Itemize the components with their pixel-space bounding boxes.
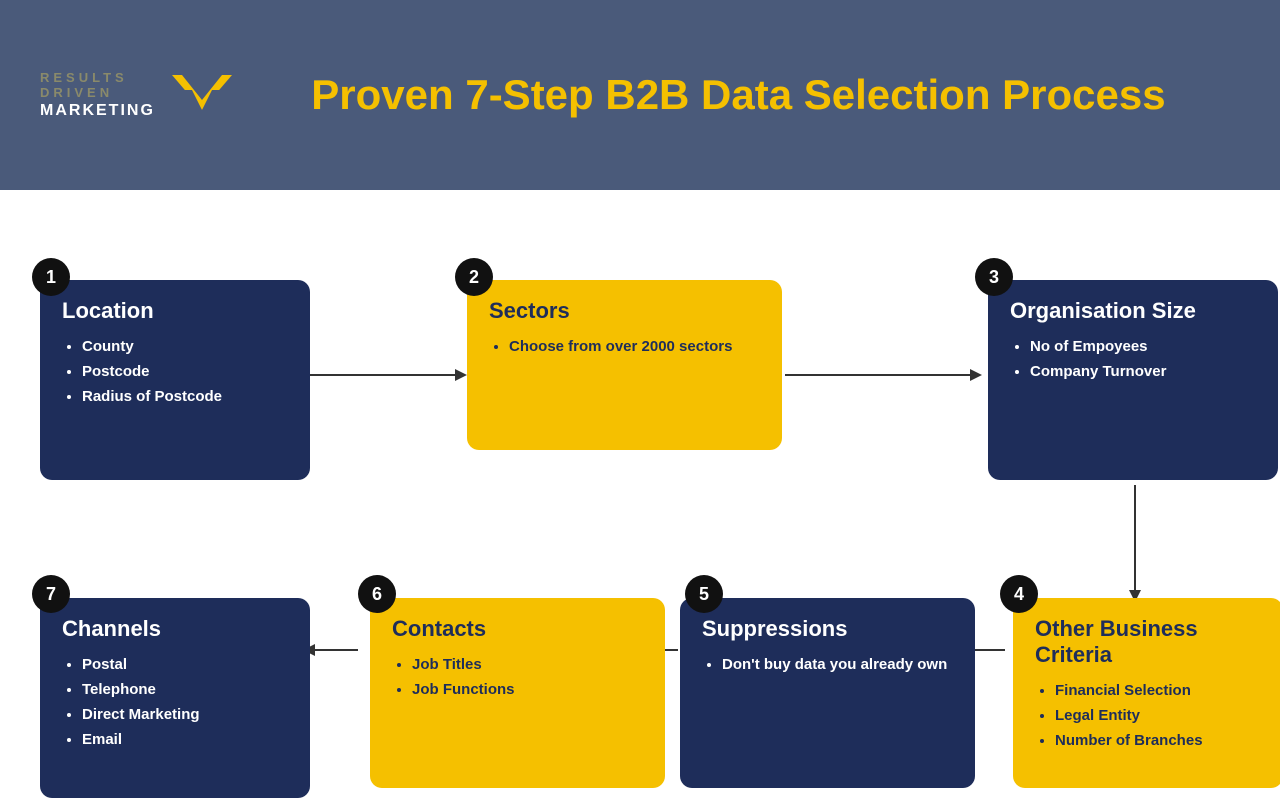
list-item: Don't buy data you already own [722, 654, 953, 675]
list-item: County [82, 336, 288, 357]
list-item: Postcode [82, 361, 288, 382]
box-channels-title: Channels [62, 616, 288, 642]
step-badge-5: 5 [685, 575, 723, 613]
box-sectors-list: Choose from over 2000 sectors [489, 336, 760, 357]
list-item: Choose from over 2000 sectors [509, 336, 760, 357]
logo-marketing: MARKETING [40, 101, 155, 120]
logo-driven: DRIVEN [40, 85, 155, 101]
step-badge-2: 2 [455, 258, 493, 296]
list-item: Email [82, 729, 288, 750]
box-contacts-title: Contacts [392, 616, 643, 642]
list-item: Direct Marketing [82, 704, 288, 725]
box-org-size-list: No of Empoyees Company Turnover [1010, 336, 1256, 382]
list-item: Company Turnover [1030, 361, 1256, 382]
step-badge-4: 4 [1000, 575, 1038, 613]
diagram: 1 Location County Postcode Radius of Pos… [20, 220, 1260, 690]
box-suppressions-title: Suppressions [702, 616, 953, 642]
main-content: 1 Location County Postcode Radius of Pos… [0, 190, 1280, 720]
step-badge-7: 7 [32, 575, 70, 613]
box-channels-list: Postal Telephone Direct Marketing Email [62, 654, 288, 750]
box-sectors: Sectors Choose from over 2000 sectors [467, 280, 782, 450]
list-item: Job Titles [412, 654, 643, 675]
step-badge-3: 3 [975, 258, 1013, 296]
box-location-title: Location [62, 298, 288, 324]
box-location: Location County Postcode Radius of Postc… [40, 280, 310, 480]
step-badge-6: 6 [358, 575, 396, 613]
box-other-biz: Other Business Criteria Financial Select… [1013, 598, 1280, 788]
list-item: Number of Branches [1055, 730, 1261, 751]
list-item: Postal [82, 654, 288, 675]
list-item: Job Functions [412, 679, 643, 700]
box-sectors-title: Sectors [489, 298, 760, 324]
list-item: No of Empoyees [1030, 336, 1256, 357]
step-badge-1: 1 [32, 258, 70, 296]
box-suppressions-list: Don't buy data you already own [702, 654, 953, 675]
box-org-size-title: Organisation Size [1010, 298, 1256, 324]
box-location-list: County Postcode Radius of Postcode [62, 336, 288, 407]
box-channels: Channels Postal Telephone Direct Marketi… [40, 598, 310, 798]
header: RESULTS DRIVEN MARKETING Proven 7-Step B… [0, 0, 1280, 190]
logo-area: RESULTS DRIVEN MARKETING [40, 65, 237, 125]
logo-results: RESULTS [40, 70, 155, 86]
box-suppressions: Suppressions Don't buy data you already … [680, 598, 975, 788]
box-org-size: Organisation Size No of Empoyees Company… [988, 280, 1278, 480]
box-other-biz-title: Other Business Criteria [1035, 616, 1261, 668]
list-item: Financial Selection [1055, 680, 1261, 701]
box-other-biz-list: Financial Selection Legal Entity Number … [1035, 680, 1261, 751]
list-item: Legal Entity [1055, 705, 1261, 726]
list-item: Radius of Postcode [82, 386, 288, 407]
logo-icon [167, 65, 237, 125]
logo-text: RESULTS DRIVEN MARKETING [40, 70, 155, 120]
list-item: Telephone [82, 679, 288, 700]
box-contacts-list: Job Titles Job Functions [392, 654, 643, 700]
header-title: Proven 7-Step B2B Data Selection Process [237, 71, 1240, 119]
box-contacts: Contacts Job Titles Job Functions [370, 598, 665, 788]
